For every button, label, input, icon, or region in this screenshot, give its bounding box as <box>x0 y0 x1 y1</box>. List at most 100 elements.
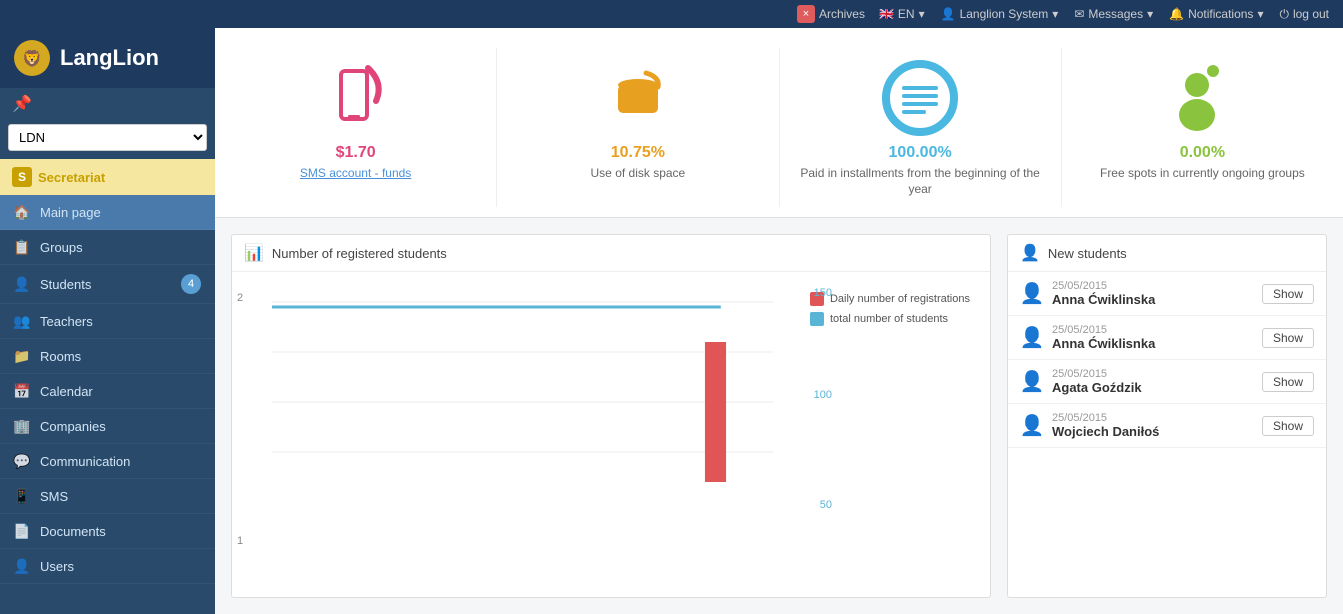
disk-label: Use of disk space <box>591 166 686 182</box>
chart-body: 2 1 150 100 50 <box>232 272 990 597</box>
sms-icon: 📱 <box>14 488 30 504</box>
person-stat-icon <box>1175 58 1230 138</box>
chart-legend: Daily number of registrations total numb… <box>800 282 980 587</box>
close-icon: × <box>803 8 809 20</box>
show-button-0[interactable]: Show <box>1262 284 1314 304</box>
sidebar-item-rooms[interactable]: 📁 Rooms <box>0 339 215 374</box>
sms-value: $1.70 <box>336 144 376 162</box>
logout-icon: ⏻ <box>1279 7 1289 22</box>
student-entry-3: 👤 25/05/2015 Wojciech Daniłoś Show <box>1008 404 1326 448</box>
y-label-2: 2 <box>237 292 243 304</box>
bottom-panels: 📊 Number of registered students 2 1 150 … <box>215 218 1343 614</box>
legend-item-daily: Daily number of registrations <box>810 292 970 306</box>
bell-icon: 🔔 <box>1169 7 1184 21</box>
topbar: × Archives 🇬🇧 EN ▾ 👤 Langlion System ▾ ✉… <box>0 0 1343 28</box>
student-date-1: 25/05/2015 <box>1052 324 1254 336</box>
rooms-icon: 📁 <box>14 348 30 364</box>
disk-stat-icon <box>608 58 668 138</box>
students-badge: 4 <box>181 274 201 294</box>
companies-icon: 🏢 <box>14 418 30 434</box>
sidebar-pin[interactable]: 📌 <box>0 88 215 120</box>
student-name-1: Anna Ćwiklisnka <box>1052 336 1254 351</box>
chevron-down-icon: ▾ <box>919 7 925 21</box>
sidebar-item-users[interactable]: 👤 Users <box>0 549 215 584</box>
student-info-1: 25/05/2015 Anna Ćwiklisnka <box>1052 324 1254 351</box>
sidebar-item-sms[interactable]: 📱 SMS <box>0 479 215 514</box>
chart-icon: 📊 <box>244 243 264 263</box>
student-entry-1: 👤 25/05/2015 Anna Ćwiklisnka Show <box>1008 316 1326 360</box>
flag-icon: 🇬🇧 <box>879 7 894 21</box>
show-button-2[interactable]: Show <box>1262 372 1314 392</box>
logo-text: LangLion <box>60 45 159 71</box>
main-layout: 🦁 LangLion 📌 LDN S Secretariat 🏠 Main pa… <box>0 28 1343 614</box>
student-entry-2: 👤 25/05/2015 Agata Goździk Show <box>1008 360 1326 404</box>
calendar-icon: 📅 <box>14 383 30 399</box>
chevron-down-icon: ▾ <box>1147 7 1153 21</box>
legend-label-daily: Daily number of registrations <box>830 293 970 305</box>
circle-value: 100.00% <box>889 144 952 162</box>
student-name-2: Agata Goździk <box>1052 380 1254 395</box>
groups-icon: 📋 <box>14 239 30 255</box>
legend-item-total: total number of students <box>810 312 970 326</box>
sidebar-item-communication[interactable]: 💬 Communication <box>0 444 215 479</box>
chart-title: Number of registered students <box>272 246 447 261</box>
circle-stat-icon <box>880 58 960 138</box>
close-button[interactable]: × <box>797 5 815 23</box>
section-letter: S <box>12 167 32 187</box>
show-button-1[interactable]: Show <box>1262 328 1314 348</box>
notifications-menu[interactable]: 🔔 Notifications ▾ <box>1163 5 1269 23</box>
sidebar-item-documents[interactable]: 📄 Documents <box>0 514 215 549</box>
sidebar: 🦁 LangLion 📌 LDN S Secretariat 🏠 Main pa… <box>0 28 215 614</box>
disk-value: 10.75% <box>611 144 665 162</box>
spots-label: Free spots in currently ongoing groups <box>1100 166 1305 182</box>
legend-label-total: total number of students <box>830 313 948 325</box>
circle-label: Paid in installments from the beginning … <box>800 166 1041 197</box>
show-button-3[interactable]: Show <box>1262 416 1314 436</box>
user-menu[interactable]: 👤 Langlion System ▾ <box>935 5 1065 23</box>
messages-menu[interactable]: ✉ Messages ▾ <box>1068 5 1159 23</box>
sms-label-link[interactable]: SMS account - funds <box>300 166 411 180</box>
school-selector[interactable]: LDN <box>8 124 207 151</box>
student-date-2: 25/05/2015 <box>1052 368 1254 380</box>
archives-link[interactable]: Archives <box>819 7 865 21</box>
communication-icon: 💬 <box>14 453 30 469</box>
y-right-150: 150 <box>814 287 832 299</box>
student-info-0: 25/05/2015 Anna Ćwiklinska <box>1052 280 1254 307</box>
sidebar-item-calendar[interactable]: 📅 Calendar <box>0 374 215 409</box>
envelope-icon: ✉ <box>1074 7 1084 21</box>
student-avatar-1: 👤 <box>1020 325 1044 350</box>
student-info-2: 25/05/2015 Agata Goździk <box>1052 368 1254 395</box>
new-students-title: New students <box>1048 246 1127 261</box>
y-right-50: 50 <box>820 499 832 511</box>
y-right-100: 100 <box>814 389 832 401</box>
students-panel-icon: 👤 <box>1020 243 1040 263</box>
sidebar-item-companies[interactable]: 🏢 Companies <box>0 409 215 444</box>
student-avatar-2: 👤 <box>1020 369 1044 394</box>
stat-sms: $1.70 SMS account - funds <box>215 48 497 207</box>
chart-svg-area: 2 1 150 100 50 <box>272 282 800 587</box>
logout-button[interactable]: ⏻ log out <box>1273 5 1335 24</box>
student-date-3: 25/05/2015 <box>1052 412 1254 424</box>
content-area: $1.70 SMS account - funds 10.75% Use of … <box>215 28 1343 614</box>
sidebar-logo: 🦁 LangLion <box>0 28 215 88</box>
sidebar-item-main-page[interactable]: 🏠 Main page <box>0 195 215 230</box>
legend-color-total <box>810 312 824 326</box>
sidebar-item-groups[interactable]: 📋 Groups <box>0 230 215 265</box>
student-name-3: Wojciech Daniłoś <box>1052 424 1254 439</box>
student-avatar-0: 👤 <box>1020 281 1044 306</box>
sidebar-item-students[interactable]: 👤 Students 4 <box>0 265 215 304</box>
sms-stat-icon <box>326 58 386 138</box>
stat-disk: 10.75% Use of disk space <box>497 48 779 207</box>
chevron-down-icon: ▾ <box>1052 7 1058 21</box>
stat-spots: 0.00% Free spots in currently ongoing gr… <box>1062 48 1343 207</box>
language-selector[interactable]: 🇬🇧 EN ▾ <box>873 5 931 23</box>
sidebar-item-teachers[interactable]: 👥 Teachers <box>0 304 215 339</box>
spots-value: 0.00% <box>1180 144 1225 162</box>
documents-icon: 📄 <box>14 523 30 539</box>
student-info-3: 25/05/2015 Wojciech Daniłoś <box>1052 412 1254 439</box>
student-avatar-3: 👤 <box>1020 413 1044 438</box>
logo-icon: 🦁 <box>12 38 52 78</box>
chart-svg <box>272 282 800 482</box>
new-students-panel: 👤 New students 👤 25/05/2015 Anna Ćwiklin… <box>1007 234 1327 598</box>
teachers-icon: 👥 <box>14 313 30 329</box>
